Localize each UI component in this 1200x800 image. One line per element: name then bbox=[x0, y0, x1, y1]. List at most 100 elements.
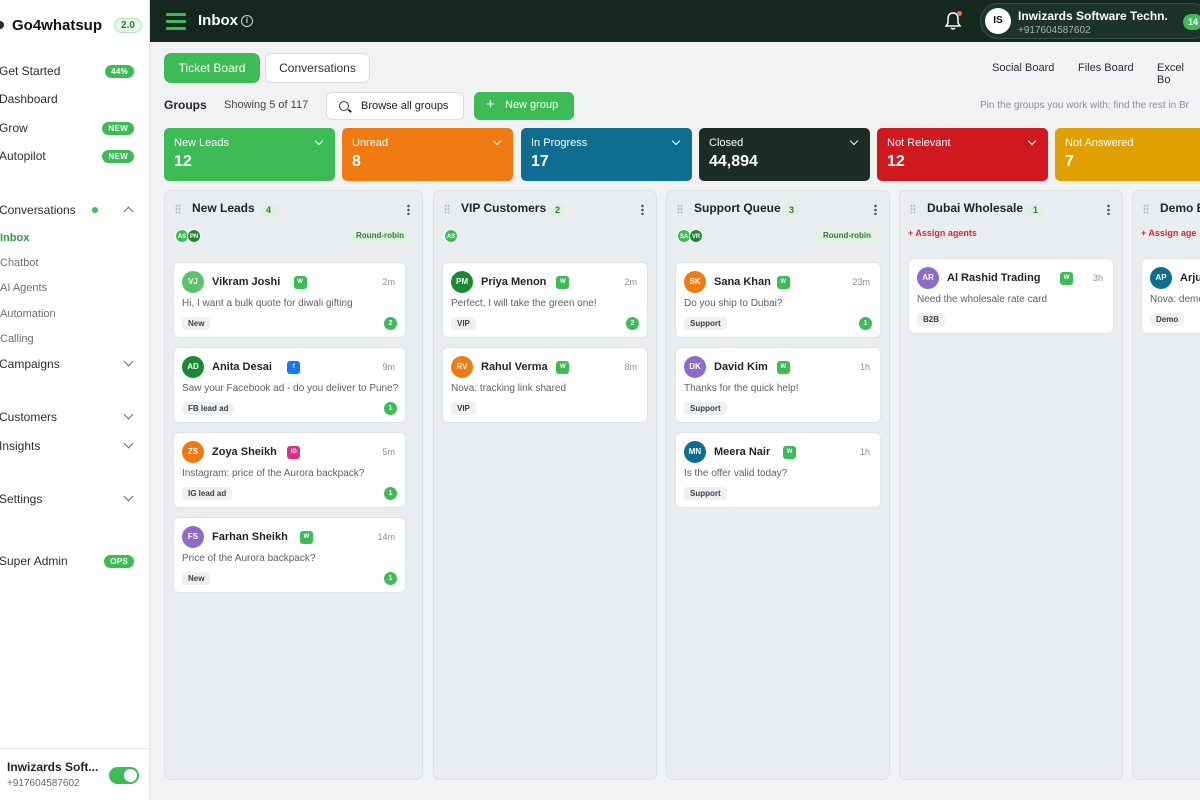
unread-badge: 1 bbox=[384, 572, 397, 585]
brand[interactable]: Go4whatsup 2.0 bbox=[0, 14, 150, 36]
board-column: Support Queue 3 SA VR Round-robin SK Sana… bbox=[666, 190, 890, 780]
channel-icon: W bbox=[293, 276, 307, 289]
more-options-icon[interactable] bbox=[407, 204, 410, 215]
status-tile-not-answered[interactable]: Not Answered 7 bbox=[1055, 128, 1200, 181]
sidebar-item-dashboard[interactable]: Dashboard bbox=[0, 89, 150, 109]
tile-label: Not Answered bbox=[1065, 137, 1134, 149]
sidebar-item-get-started[interactable]: Get Started 44% bbox=[0, 61, 150, 81]
chevron-down-icon bbox=[492, 136, 502, 146]
sidebar-item-insights[interactable]: Insights bbox=[0, 436, 150, 456]
sidebar-item-autopilot[interactable]: Autopilot NEW bbox=[0, 146, 150, 166]
ticket-tag: Support bbox=[684, 487, 727, 500]
menu-icon[interactable] bbox=[166, 13, 186, 30]
tile-label: New Leads bbox=[174, 137, 230, 149]
sidebar-subitem-calling[interactable]: Calling bbox=[0, 333, 34, 345]
sidebar-item-settings[interactable]: Settings bbox=[0, 489, 150, 509]
routing-badge: Round-robin bbox=[348, 229, 412, 243]
timestamp: 14m bbox=[377, 532, 395, 542]
tile-value: 7 bbox=[1065, 153, 1074, 170]
more-options-icon[interactable] bbox=[1107, 204, 1110, 215]
info-icon[interactable]: i bbox=[241, 15, 253, 27]
online-toggle[interactable] bbox=[109, 767, 139, 784]
ticket-card[interactable]: MN Meera Nair W 1h Is the offer valid today?… bbox=[675, 432, 881, 508]
last-message: Hi, I want a bulk quote for diwali gifti… bbox=[182, 298, 353, 309]
contact-name: Arju bbox=[1180, 272, 1200, 284]
timestamp: 1h bbox=[859, 447, 870, 457]
bell-icon[interactable] bbox=[944, 11, 962, 31]
contact-avatar: MN bbox=[684, 441, 706, 463]
channel-icon: W bbox=[556, 361, 570, 374]
drag-handle-icon[interactable] bbox=[1143, 204, 1149, 214]
contact-name: Meera Nair bbox=[714, 446, 771, 458]
contact-avatar: AD bbox=[182, 356, 204, 378]
sidebar-item-customers[interactable]: Customers bbox=[0, 407, 150, 427]
groups-count: Showing 5 of 117 bbox=[224, 99, 309, 111]
sidebar-item-label: Settings bbox=[0, 492, 43, 506]
new-badge: NEW bbox=[102, 149, 134, 163]
status-tile-new-leads[interactable]: New Leads 12 bbox=[164, 128, 335, 181]
sidebar-item-grow[interactable]: Grow NEW bbox=[0, 118, 150, 138]
status-tile-in-progress[interactable]: In Progress 17 bbox=[521, 128, 692, 181]
ticket-card[interactable]: ZS Zoya Sheikh IG 5m Instagram: price of the… bbox=[173, 432, 406, 508]
social-board-link[interactable]: Social Board bbox=[992, 62, 1054, 74]
channel-icon: IG bbox=[287, 446, 301, 459]
sidebar-subitem-ai-agents[interactable]: AI Agents bbox=[0, 282, 47, 294]
sidebar-item-label: Customers bbox=[0, 410, 58, 424]
agent-avatars[interactable]: AS PN bbox=[175, 229, 201, 243]
sidebar-subitem-automation[interactable]: Automation bbox=[0, 308, 56, 320]
chevron-down-icon bbox=[123, 356, 134, 367]
browse-groups-button[interactable]: Browse all groups bbox=[326, 92, 464, 120]
column-title: Support Queue bbox=[694, 201, 781, 215]
more-options-icon[interactable] bbox=[641, 204, 644, 215]
sidebar-item-super-admin[interactable]: Super Admin OPS bbox=[0, 551, 150, 571]
chevron-up-icon bbox=[123, 206, 134, 217]
contact-avatar: AP bbox=[1150, 267, 1172, 289]
ops-badge: OPS bbox=[104, 554, 134, 568]
last-message: Do you ship to Dubai? bbox=[684, 298, 783, 309]
chevron-down-icon bbox=[849, 136, 859, 146]
ticket-card[interactable]: AD Anita Desai f 9m Saw your Facebook ad - d… bbox=[173, 347, 406, 423]
search-icon bbox=[339, 101, 349, 111]
last-message: Need the wholesale rate card bbox=[917, 294, 1048, 305]
status-tile-closed[interactable]: Closed 44,894 bbox=[699, 128, 870, 181]
ticket-card[interactable]: SK Sana Khan W 23m Do you ship to Dubai? Supp… bbox=[675, 262, 881, 338]
drag-handle-icon[interactable] bbox=[910, 204, 916, 214]
excel-board-link[interactable]: Excel Bo bbox=[1157, 62, 1200, 86]
files-board-link[interactable]: Files Board bbox=[1078, 62, 1134, 74]
sidebar-subitem-chatbot[interactable]: Chatbot bbox=[0, 257, 39, 269]
last-message: Perfect, I will take the green one! bbox=[451, 298, 597, 309]
ticket-card[interactable]: VJ Vikram Joshi W 2m Hi, I want a bulk quote… bbox=[173, 262, 406, 338]
assign-agents-link[interactable]: + Assign age bbox=[1141, 228, 1196, 238]
agent-avatars[interactable]: AS bbox=[444, 229, 458, 243]
assign-agents-link[interactable]: + Assign agents bbox=[908, 228, 977, 238]
drag-handle-icon[interactable] bbox=[175, 204, 181, 214]
account-menu[interactable]: IS Inwizards Software Techn... +91760458… bbox=[980, 3, 1200, 39]
agent-avatars[interactable]: SA VR bbox=[677, 229, 703, 243]
more-options-icon[interactable] bbox=[874, 204, 877, 215]
timestamp: 8m bbox=[624, 362, 637, 372]
tab-conversations[interactable]: Conversations bbox=[265, 53, 370, 83]
ticket-card[interactable]: PM Priya Menon W 2m Perfect, I will take the… bbox=[442, 262, 648, 338]
ticket-card[interactable]: DK David Kim W 1h Thanks for the quick help!… bbox=[675, 347, 881, 423]
sidebar-item-campaigns[interactable]: Campaigns bbox=[0, 354, 150, 374]
sidebar-item-label: Insights bbox=[0, 439, 41, 453]
sidebar-item-conversations[interactable]: Conversations bbox=[0, 200, 150, 220]
drag-handle-icon[interactable] bbox=[444, 204, 450, 214]
ticket-card[interactable]: RV Rahul Verma W 8m Nova: tracking link shar… bbox=[442, 347, 648, 423]
new-badge: NEW bbox=[102, 121, 134, 135]
ticket-card[interactable]: FS Farhan Sheikh W 14m Price of the Aurora b… bbox=[173, 517, 406, 593]
sidebar-subitem-inbox[interactable]: Inbox bbox=[0, 232, 29, 244]
sidebar-item-label: Conversations bbox=[0, 203, 76, 217]
status-tile-unread[interactable]: Unread 8 bbox=[342, 128, 513, 181]
board-column: VIP Customers 2 AS PM Priya Menon W 2m Perfe… bbox=[433, 190, 657, 780]
new-group-button[interactable]: + New group bbox=[474, 92, 574, 120]
status-tile-not-relevant[interactable]: Not Relevant 12 bbox=[877, 128, 1048, 181]
tab-ticket-board[interactable]: Ticket Board bbox=[164, 53, 260, 83]
ticket-card[interactable]: AP Arju Nova: demo Demo bbox=[1141, 258, 1200, 334]
last-message: Nova: tracking link shared bbox=[451, 383, 567, 394]
drag-handle-icon[interactable] bbox=[677, 204, 683, 214]
channel-icon: W bbox=[776, 276, 790, 289]
channel-icon: W bbox=[783, 446, 796, 459]
contact-avatar: RV bbox=[451, 356, 473, 378]
ticket-card[interactable]: AR Al Rashid Trading W 3h Need the wholesale… bbox=[908, 258, 1114, 334]
